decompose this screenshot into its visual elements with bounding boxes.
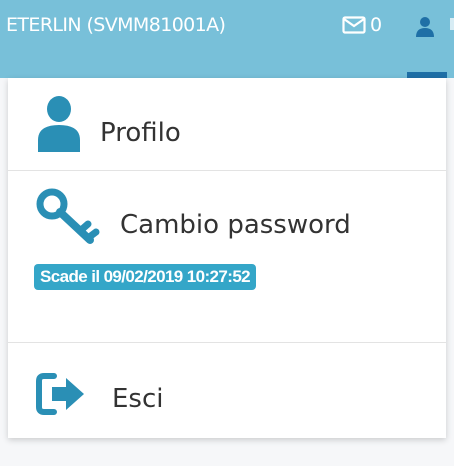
- overflow-edge: [450, 18, 454, 30]
- password-expiry-badge: Scade il 09/02/2019 10:27:52: [34, 264, 257, 290]
- menu-item-label: Profilo: [100, 118, 181, 148]
- menu-item-change-password[interactable]: Cambio password Scade il 09/02/2019 10:2…: [8, 170, 446, 342]
- menu-item-profile[interactable]: Profilo: [8, 78, 446, 170]
- sign-out-icon: [36, 372, 90, 420]
- user-school-label: ETERLIN (SVMM81001A): [6, 14, 226, 36]
- message-count: 0: [370, 14, 383, 36]
- envelope-icon: [342, 16, 366, 34]
- key-icon: [36, 188, 106, 252]
- menu-item-logout[interactable]: Esci: [8, 342, 446, 438]
- user-icon: [36, 96, 82, 156]
- user-menu-button[interactable]: [414, 16, 436, 38]
- menu-item-label: Esci: [112, 384, 164, 414]
- messages-button[interactable]: 0: [342, 14, 382, 36]
- top-navbar: ETERLIN (SVMM81001A) 0: [0, 0, 454, 78]
- user-icon: [416, 17, 434, 37]
- menu-item-label: Cambio password: [120, 210, 351, 240]
- user-dropdown-menu: Profilo Cambio password Scade il 09/02/2…: [8, 78, 446, 438]
